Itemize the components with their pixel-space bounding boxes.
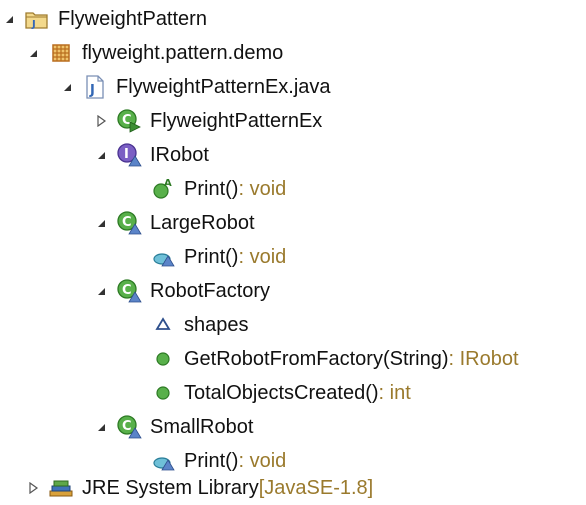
public-method-icon <box>150 346 176 372</box>
svg-text:C: C <box>122 283 132 298</box>
java-project-icon: J <box>24 6 50 32</box>
tree-node-class-robotfactory[interactable]: C RobotFactory <box>92 274 270 308</box>
return-type-decoration: : IRobot <box>448 348 519 370</box>
svg-text:J: J <box>89 83 95 98</box>
abstract-method-icon: A <box>150 176 176 202</box>
svg-text:J: J <box>31 19 36 30</box>
tree-node-interface-irobot[interactable]: I IRobot <box>92 138 209 172</box>
collapsed-twisty-icon[interactable] <box>24 479 42 497</box>
class-runnable-icon: C <box>116 108 142 134</box>
library-icon <box>48 475 74 501</box>
project-label: FlyweightPattern <box>58 8 207 30</box>
tree-node-class-flyweightpatternex[interactable]: C FlyweightPatternEx <box>92 104 322 138</box>
svg-text:A: A <box>164 178 172 189</box>
package-label: flyweight.pattern.demo <box>82 42 284 64</box>
tree-node-java-file[interactable]: J FlyweightPatternEx.java <box>58 70 331 104</box>
expanded-twisty-icon[interactable] <box>92 418 110 436</box>
expanded-twisty-icon[interactable] <box>92 214 110 232</box>
field-icon <box>150 312 176 338</box>
class-icon: C <box>116 210 142 236</box>
expanded-twisty-icon[interactable] <box>58 78 76 96</box>
method-label: Print() <box>184 246 239 268</box>
library-version-decoration: [JavaSE-1.8] <box>258 477 374 499</box>
return-type-decoration: : void <box>238 246 287 268</box>
method-label: Print() <box>184 178 239 200</box>
tree-node-class-smallrobot[interactable]: C SmallRobot <box>92 410 253 444</box>
tree-node-jre-library[interactable]: JRE System Library [JavaSE-1.8] <box>24 471 373 505</box>
class-label: FlyweightPatternEx <box>150 110 323 132</box>
class-icon: C <box>116 414 142 440</box>
library-label: JRE System Library <box>82 477 259 499</box>
tree-node-method-getrobotfromfactory[interactable]: GetRobotFromFactory(String) : IRobot <box>126 342 519 376</box>
tree-node-method-totalobjectscreated[interactable]: TotalObjectsCreated() : int <box>126 376 411 410</box>
interface-label: IRobot <box>150 144 209 166</box>
field-label: shapes <box>184 314 249 336</box>
method-label: TotalObjectsCreated() <box>184 382 379 404</box>
tree-node-method-irobot-print[interactable]: A Print() : void <box>126 172 286 206</box>
tree-node-package[interactable]: flyweight.pattern.demo <box>24 36 283 70</box>
return-type-decoration: : int <box>378 382 411 404</box>
return-type-decoration: : void <box>238 178 287 200</box>
expanded-twisty-icon[interactable] <box>24 44 42 62</box>
class-label: LargeRobot <box>150 212 255 234</box>
class-label: SmallRobot <box>150 416 254 438</box>
interface-icon: I <box>116 142 142 168</box>
expanded-twisty-icon[interactable] <box>0 10 18 28</box>
expanded-twisty-icon[interactable] <box>92 282 110 300</box>
default-method-icon <box>150 244 176 270</box>
tree-node-class-largerobot[interactable]: C LargeRobot <box>92 206 255 240</box>
tree-node-method-largerobot-print[interactable]: Print() : void <box>126 240 286 274</box>
svg-text:C: C <box>122 215 132 230</box>
public-method-icon <box>150 380 176 406</box>
class-label: RobotFactory <box>150 280 271 302</box>
java-file-label: FlyweightPatternEx.java <box>116 76 331 98</box>
tree-node-field-shapes[interactable]: shapes <box>126 308 249 342</box>
package-explorer-tree: J FlyweightPattern flyweight.pattern.dem… <box>0 0 586 503</box>
svg-text:I: I <box>124 147 129 162</box>
java-file-icon: J <box>82 74 108 100</box>
collapsed-twisty-icon[interactable] <box>92 112 110 130</box>
class-icon: C <box>116 278 142 304</box>
package-icon <box>48 40 74 66</box>
expanded-twisty-icon[interactable] <box>92 146 110 164</box>
method-label: GetRobotFromFactory(String) <box>184 348 449 370</box>
svg-text:C: C <box>122 419 132 434</box>
tree-node-project[interactable]: J FlyweightPattern <box>0 2 207 36</box>
